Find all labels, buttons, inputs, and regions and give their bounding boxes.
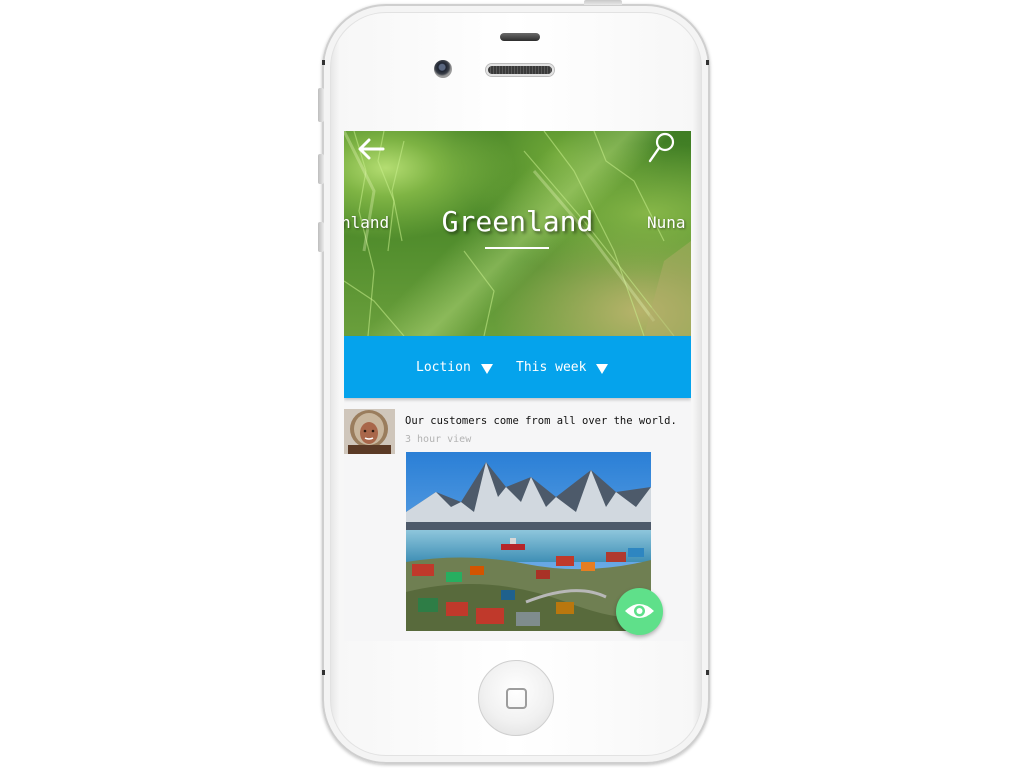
- filter-bar: Loction This week: [344, 336, 691, 398]
- hero-banner: nland Greenland Nuna: [344, 131, 691, 336]
- volume-up-button: [318, 154, 324, 184]
- antenna-band: [322, 670, 325, 675]
- period-filter-dropdown[interactable]: This week: [516, 360, 609, 375]
- speaker-grille: [486, 64, 554, 76]
- view-fab[interactable]: [616, 588, 663, 635]
- post-text: Our customers come from all over the wor…: [405, 415, 677, 427]
- title-underline: [485, 247, 549, 249]
- volume-down-button: [318, 222, 324, 252]
- carousel-next-label[interactable]: Nuna: [647, 213, 686, 232]
- home-button[interactable]: [478, 660, 554, 736]
- post-photo[interactable]: [406, 452, 651, 631]
- earpiece-slot: [500, 33, 540, 41]
- home-square-icon: [506, 688, 527, 709]
- period-filter-label: This week: [516, 360, 587, 375]
- location-filter-dropdown[interactable]: Loction: [416, 360, 493, 375]
- mute-switch: [318, 88, 324, 122]
- antenna-band: [706, 60, 709, 65]
- power-button: [584, 0, 622, 5]
- antenna-band: [706, 670, 709, 675]
- avatar[interactable]: [344, 409, 395, 454]
- back-arrow-icon[interactable]: [356, 136, 386, 162]
- app-screen: nland Greenland Nuna Loction This week O…: [344, 131, 691, 641]
- triangle-down-icon: [480, 364, 493, 374]
- eye-icon: [625, 604, 654, 618]
- front-camera: [434, 60, 452, 78]
- page-title: Greenland: [441, 205, 594, 238]
- search-icon[interactable]: [646, 131, 676, 165]
- location-filter-label: Loction: [416, 360, 471, 375]
- triangle-down-icon: [596, 364, 609, 374]
- post-meta: 3 hour view: [405, 434, 472, 445]
- antenna-band: [322, 60, 325, 65]
